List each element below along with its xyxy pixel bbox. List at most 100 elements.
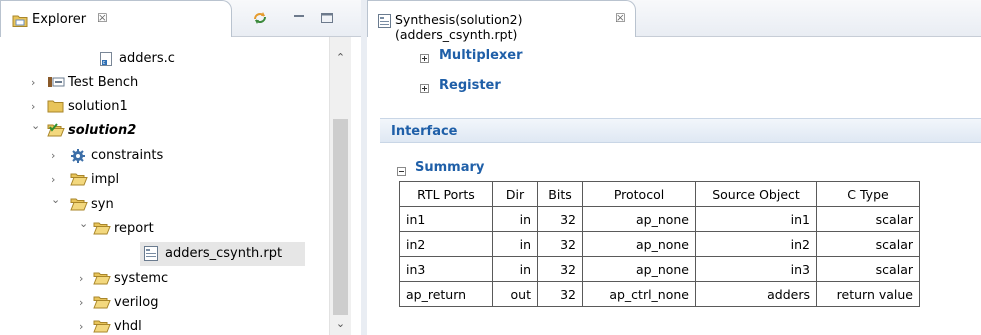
minimize-icon[interactable]: [290, 9, 308, 27]
tree-item[interactable]: ⌄ solution2: [0, 119, 325, 143]
table-cell: 32: [537, 256, 583, 282]
expand-register-icon[interactable]: [420, 84, 429, 93]
table-cell: ap_return: [399, 281, 493, 307]
table-cell: in1: [399, 206, 493, 232]
table-body: in1 in 32 ap_none in1 scalar in2 in 32 ap_none in2…: [399, 206, 920, 307]
folder-open-icon: [93, 271, 111, 288]
tree-item-label: impl: [91, 172, 120, 187]
tree-item[interactable]: › verilog: [0, 291, 325, 315]
tree-item[interactable]: › systemc: [0, 267, 325, 291]
table-cell: 32: [537, 231, 583, 257]
table-cell: ap_none: [582, 206, 696, 232]
link-with-editor-icon[interactable]: [251, 9, 269, 27]
explorer-tab[interactable]: Explorer ☒: [0, 0, 232, 37]
expanded-arrow-icon[interactable]: ⌄: [51, 193, 63, 207]
tree-item[interactable]: ⌄ syn: [0, 193, 325, 217]
tree-item[interactable]: › vhdl: [0, 315, 325, 335]
tree-item-label: adders_csynth.rpt: [165, 246, 283, 261]
table-header-row: RTL Ports Dir Bits Protocol Source Object C T…: [399, 181, 920, 207]
close-icon[interactable]: ☒: [615, 11, 626, 25]
folder-open-icon: [70, 172, 88, 189]
tree-item-label: constraints: [91, 148, 164, 163]
tree-item[interactable]: › impl: [0, 168, 325, 192]
column-header: Bits: [537, 181, 583, 207]
column-header: RTL Ports: [399, 181, 493, 207]
interface-section-header: Interface: [380, 118, 981, 143]
tree-item[interactable]: › constraints: [0, 144, 325, 168]
tree-item[interactable]: › Test Bench: [0, 71, 325, 95]
svg-text:c: c: [103, 60, 106, 66]
column-header: Protocol: [582, 181, 696, 207]
summary-link[interactable]: Summary: [415, 160, 484, 175]
collapsed-arrow-icon[interactable]: ›: [31, 76, 43, 90]
solution-active-icon: [47, 123, 65, 140]
table-cell: 32: [537, 206, 583, 232]
folder-icon: [47, 99, 64, 116]
collapse-summary-icon[interactable]: [397, 167, 406, 176]
close-icon[interactable]: ☒: [97, 11, 108, 25]
multiplexer-link[interactable]: Multiplexer: [439, 48, 523, 63]
tree-item-label: report: [114, 221, 154, 236]
explorer-tab-bar: Explorer ☒: [0, 0, 361, 37]
table-cell: scalar: [816, 256, 920, 282]
table-row: in2 in 32 ap_none in2 scalar: [399, 231, 920, 257]
folder-open-icon: [93, 319, 111, 335]
expand-multiplexer-icon[interactable]: [420, 54, 429, 63]
table-cell: scalar: [816, 206, 920, 232]
tree-item-label: solution1: [68, 99, 128, 114]
scroll-up-icon[interactable]: ⌃: [330, 51, 351, 64]
table-cell: return value: [816, 281, 920, 307]
tree-item-label: adders.c: [119, 51, 175, 66]
explorer-panel: Explorer ☒ c adders.c › Test Bench › solution…: [0, 0, 361, 335]
synthesis-report-tab[interactable]: Synthesis(solution2)(adders_csynth.rpt) …: [367, 0, 636, 42]
collapsed-arrow-icon[interactable]: ›: [51, 173, 63, 187]
table-row: ap_return out 32 ap_ctrl_none adders return v…: [399, 281, 920, 307]
tree-item[interactable]: adders_csynth.rpt: [140, 242, 305, 266]
table-cell: in2: [695, 231, 817, 257]
testbench-icon: [47, 75, 65, 92]
table-cell: in1: [695, 206, 817, 232]
collapsed-arrow-icon[interactable]: ›: [79, 296, 91, 310]
table-cell: in3: [399, 256, 493, 282]
collapsed-arrow-icon[interactable]: ›: [79, 320, 91, 334]
tree-item[interactable]: › solution1: [0, 95, 325, 119]
editor-tab-title: Synthesis(solution2)(adders_csynth.rpt): [395, 12, 523, 42]
tree-item-label: syn: [91, 197, 114, 212]
column-header: Source Object: [695, 181, 817, 207]
tree-item-label: Test Bench: [68, 75, 139, 90]
collapsed-arrow-icon[interactable]: ›: [31, 100, 43, 114]
table-cell: out: [492, 281, 538, 307]
tree-item-label: verilog: [114, 295, 159, 310]
interface-heading: Interface: [391, 124, 458, 139]
table-row: in3 in 32 ap_none in3 scalar: [399, 256, 920, 282]
table-cell: in: [492, 256, 538, 282]
scroll-down-icon[interactable]: ⌄: [330, 317, 351, 330]
tree-item-label: solution2: [68, 123, 137, 138]
table-cell: adders: [695, 281, 817, 307]
tree-scrollbar[interactable]: ⌃ ⌄: [329, 37, 351, 335]
table-row: in1 in 32 ap_none in1 scalar: [399, 206, 920, 232]
expanded-arrow-icon[interactable]: ⌄: [79, 217, 91, 231]
folder-open-icon: [70, 197, 88, 214]
tree-item-label: systemc: [114, 271, 169, 286]
table-cell: ap_none: [582, 256, 696, 282]
table-cell: in2: [399, 231, 493, 257]
scroll-thumb[interactable]: [333, 119, 348, 315]
column-header: Dir: [492, 181, 538, 207]
explorer-tab-title: Explorer: [32, 12, 87, 27]
register-link[interactable]: Register: [439, 78, 501, 93]
collapsed-arrow-icon[interactable]: ›: [51, 149, 63, 163]
interface-summary-table: RTL Ports Dir Bits Protocol Source Object C T…: [399, 181, 920, 307]
c-file-icon: c: [98, 51, 114, 70]
tree-item[interactable]: c adders.c: [0, 47, 325, 71]
editor-panel: Synthesis(solution2)(adders_csynth.rpt) …: [367, 0, 981, 335]
folder-open-icon: [93, 221, 111, 238]
table-cell: ap_none: [582, 231, 696, 257]
expanded-arrow-icon[interactable]: ⌄: [31, 119, 43, 133]
table-cell: in: [492, 231, 538, 257]
tree-item[interactable]: ⌄ report: [0, 217, 325, 241]
table-cell: in3: [695, 256, 817, 282]
maximize-icon[interactable]: [318, 9, 336, 27]
collapsed-arrow-icon[interactable]: ›: [79, 272, 91, 286]
report-file-icon: [378, 14, 391, 31]
